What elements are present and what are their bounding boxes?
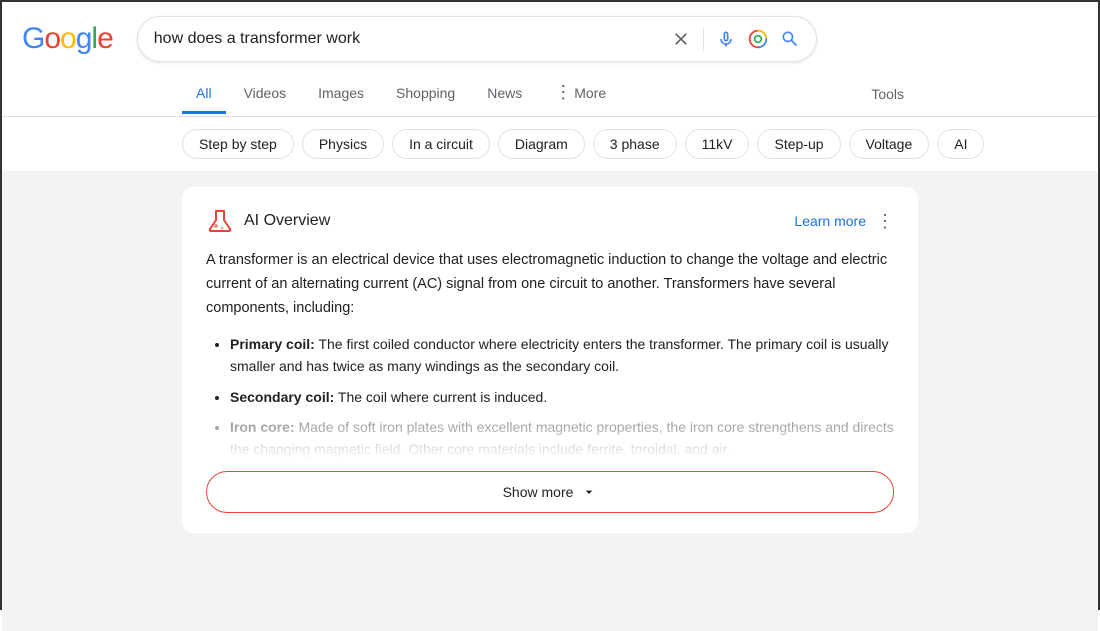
- ai-card-header: AI Overview Learn more ⋮: [206, 207, 894, 235]
- mic-icon: [716, 29, 736, 49]
- list-item-label: Iron core:: [230, 419, 295, 435]
- show-more-button[interactable]: Show more: [206, 471, 894, 513]
- list-item-text: The first coiled conductor where electri…: [230, 336, 889, 374]
- nav-tabs: All Videos Images Shopping News ⋮ More T…: [2, 72, 1098, 117]
- tab-shopping[interactable]: Shopping: [382, 75, 469, 114]
- list-item-label: Secondary coil:: [230, 389, 334, 405]
- tab-more[interactable]: ⋮ More: [540, 72, 620, 116]
- clear-icon: [671, 29, 691, 49]
- tools-button[interactable]: Tools: [857, 76, 918, 112]
- tab-all[interactable]: All: [182, 75, 226, 114]
- google-logo[interactable]: Google: [22, 22, 113, 56]
- search-button[interactable]: [780, 29, 800, 49]
- main-content: AI Overview Learn more ⋮ A transformer i…: [2, 171, 1098, 631]
- list-item: Secondary coil: The coil where current i…: [230, 386, 894, 408]
- tab-news[interactable]: News: [473, 75, 536, 114]
- search-icon: [780, 29, 800, 49]
- list-item-text: Made of soft iron plates with excellent …: [230, 419, 894, 457]
- list-item-label: Primary coil:: [230, 336, 315, 352]
- chevron-down-icon: [581, 484, 597, 500]
- chip-physics[interactable]: Physics: [302, 129, 384, 159]
- ai-overview-body: A transformer is an electrical device th…: [206, 249, 894, 461]
- tab-images[interactable]: Images: [304, 75, 378, 114]
- mic-button[interactable]: [716, 29, 736, 49]
- ai-overview-title: AI Overview: [244, 212, 330, 230]
- lens-icon: [748, 29, 768, 49]
- more-dots-icon: ⋮: [554, 82, 572, 103]
- chip-in-a-circuit[interactable]: In a circuit: [392, 129, 490, 159]
- lens-button[interactable]: [748, 29, 768, 49]
- flask-icon: [206, 207, 234, 235]
- chip-step-by-step[interactable]: Step by step: [182, 129, 294, 159]
- ai-header-right: Learn more ⋮: [794, 211, 894, 232]
- ai-header-left: AI Overview: [206, 207, 330, 235]
- chip-11kv[interactable]: 11kV: [685, 129, 750, 159]
- chips-row: Step by step Physics In a circuit Diagra…: [2, 117, 1098, 171]
- chip-step-up[interactable]: Step-up: [757, 129, 840, 159]
- search-bar: how does a transformer work: [137, 16, 817, 62]
- header: Google how does a transformer work: [2, 2, 1098, 72]
- ai-list-wrapper: Primary coil: The first coiled conductor…: [206, 333, 894, 461]
- tab-videos[interactable]: Videos: [230, 75, 301, 114]
- search-icons: [671, 27, 800, 51]
- list-item: Iron core: Made of soft iron plates with…: [230, 416, 894, 461]
- list-item-text: The coil where current is induced.: [338, 389, 547, 405]
- ai-more-options-icon[interactable]: ⋮: [876, 211, 894, 232]
- search-input[interactable]: how does a transformer work: [154, 30, 671, 48]
- chip-3phase[interactable]: 3 phase: [593, 129, 677, 159]
- ai-overview-card: AI Overview Learn more ⋮ A transformer i…: [182, 187, 918, 533]
- list-item: Primary coil: The first coiled conductor…: [230, 333, 894, 378]
- chip-diagram[interactable]: Diagram: [498, 129, 585, 159]
- learn-more-link[interactable]: Learn more: [794, 213, 866, 229]
- ai-intro-text: A transformer is an electrical device th…: [206, 249, 894, 321]
- clear-button[interactable]: [671, 29, 691, 49]
- chip-voltage[interactable]: Voltage: [849, 129, 930, 159]
- ai-components-list: Primary coil: The first coiled conductor…: [206, 333, 894, 461]
- search-divider: [703, 27, 704, 51]
- chip-ai[interactable]: AI: [937, 129, 984, 159]
